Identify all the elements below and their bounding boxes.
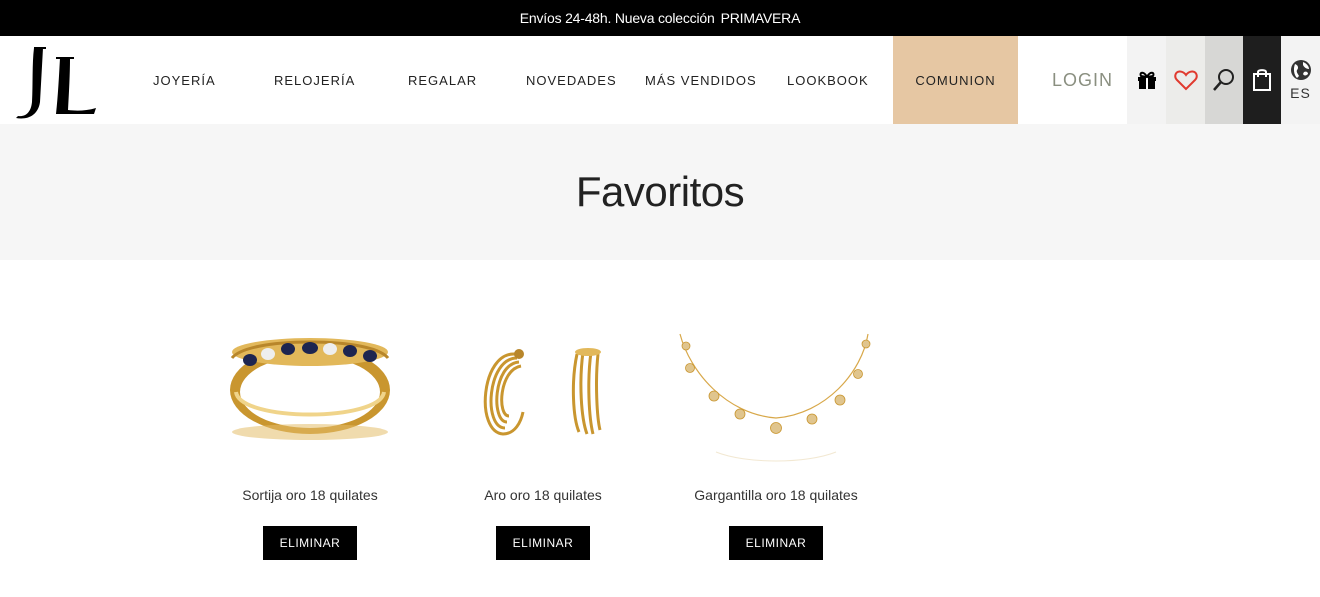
product-name[interactable]: Sortija oro 18 quilates [210, 487, 410, 503]
nav-comunion[interactable]: COMUNION [893, 36, 1018, 124]
nav-novedades[interactable]: NOVEDADES [526, 36, 617, 124]
nav-regalar[interactable]: REGALAR [408, 36, 477, 124]
product-image-ring[interactable] [210, 322, 410, 472]
product-image-earrings[interactable] [443, 322, 643, 472]
remove-button[interactable]: ELIMINAR [729, 526, 823, 560]
necklace-image [679, 333, 871, 462]
remove-button[interactable]: ELIMINAR [496, 526, 590, 560]
nav-mas-vendidos[interactable]: MÁS VENDIDOS [645, 36, 757, 124]
shopping-bag-icon [1253, 69, 1271, 91]
search-icon [1213, 69, 1234, 91]
announcement-highlight[interactable]: PRIMAVERA [721, 10, 801, 26]
cart-button[interactable] [1243, 36, 1281, 124]
logo-mark-icon [16, 47, 96, 119]
announcement-text: Envíos 24-48h. Nueva colección [519, 10, 715, 26]
product-name[interactable]: Aro oro 18 quilates [443, 487, 643, 503]
language-code: ES [1290, 85, 1311, 101]
globe-icon [1290, 60, 1311, 80]
search-button[interactable] [1205, 36, 1243, 124]
nav-joyeria[interactable]: JOYERÍA [153, 36, 216, 124]
gift-button[interactable] [1127, 36, 1166, 124]
page-title: Favoritos [575, 168, 745, 215]
page-banner: Favoritos [0, 124, 1320, 260]
product-name[interactable]: Gargantilla oro 18 quilates [676, 487, 876, 503]
language-selector[interactable]: ES [1281, 36, 1320, 124]
wishlist-button[interactable] [1166, 36, 1205, 124]
announcement-bar: Envíos 24-48h. Nueva colección PRIMAVERA [0, 0, 1320, 36]
earrings-image [483, 348, 602, 436]
ring-image [230, 338, 390, 440]
nav-relojeria[interactable]: RELOJERÍA [274, 36, 355, 124]
brand-logo[interactable] [12, 44, 104, 122]
remove-button[interactable]: ELIMINAR [263, 526, 357, 560]
gift-icon [1137, 71, 1156, 89]
login-link[interactable]: LOGIN [1052, 36, 1113, 124]
nav-lookbook[interactable]: LOOKBOOK [787, 36, 869, 124]
site-header: JOYERÍA RELOJERÍA REGALAR NOVEDADES MÁS … [0, 36, 1320, 124]
heart-icon [1173, 70, 1198, 91]
product-image-necklace[interactable] [676, 322, 876, 472]
